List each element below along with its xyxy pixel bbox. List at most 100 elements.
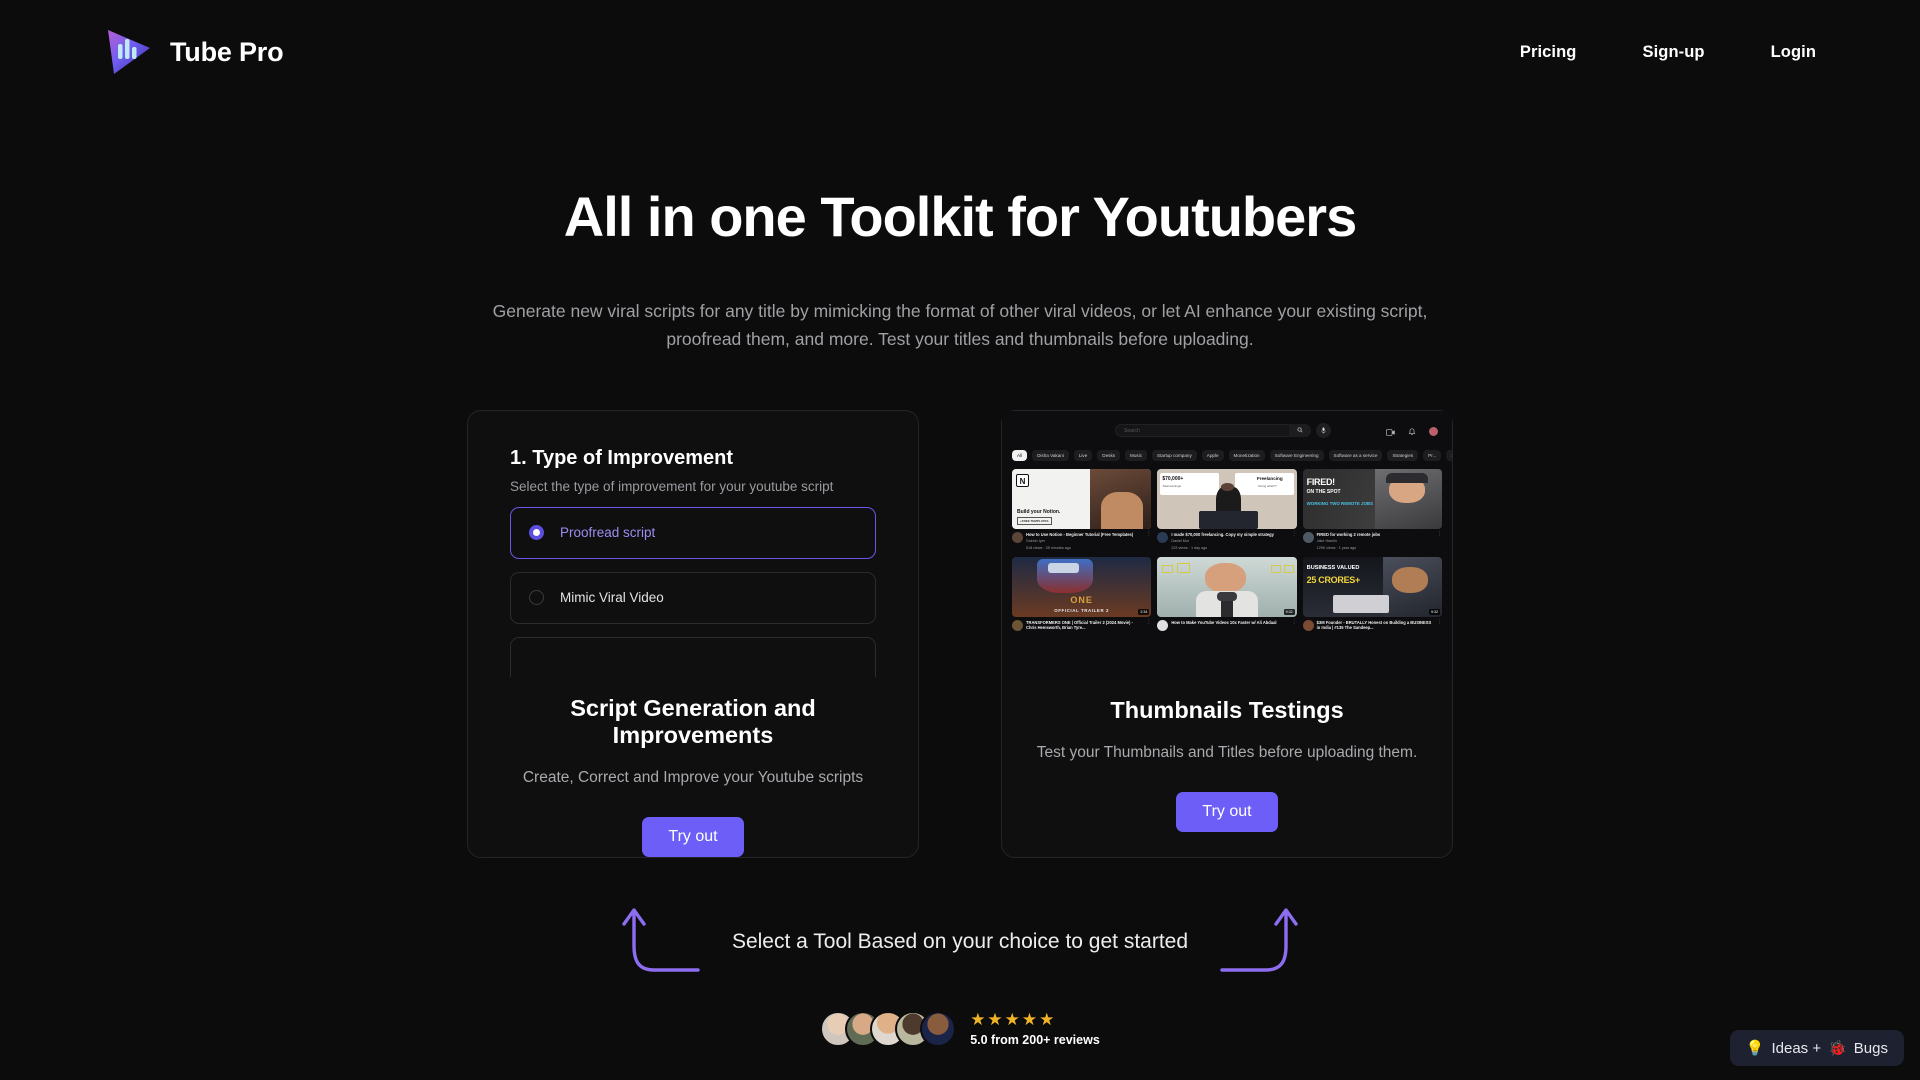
chevron-right-icon[interactable]: › (1446, 449, 1452, 461)
widget-label-bugs: Bugs (1853, 1039, 1888, 1057)
chip-filter[interactable]: Apple (1201, 449, 1224, 461)
thumb-caption-2: Freelancing (1256, 475, 1283, 481)
video-card[interactable]: FIRED! ON THE SPOT WORKING TWO REMOTE JO… (1302, 468, 1442, 551)
hero-subtitle: Generate new viral scripts for any title… (492, 301, 1428, 350)
more-options-icon[interactable]: ⋮ (1437, 531, 1442, 551)
thumb-caption: $70,000+ (1162, 475, 1184, 482)
yt-search-input[interactable]: Search (1115, 424, 1311, 438)
feature-cards: 1. Type of Improvement Select the type o… (0, 409, 1920, 858)
yt-filter-chips: All Disha Vakani Live Desks Music Startu… (1012, 449, 1452, 461)
widget-label-ideas: Ideas + (1771, 1039, 1822, 1057)
radio-option-mimic-viral-video[interactable]: Mimic Viral Video (510, 571, 876, 624)
thumb-caption: BUSINESS VALUED (1306, 564, 1360, 571)
thumb-caption: ONE (1070, 594, 1093, 605)
thumb-caption-2: WORKING TWO REMOTE JOBS (1306, 500, 1374, 506)
chip-all[interactable]: All (1012, 449, 1028, 461)
video-title: How to Use Notion - Beginner Tutorial (F… (1026, 531, 1134, 537)
nav-link-pricing[interactable]: Pricing (1520, 43, 1577, 62)
thumb-subcaption: ON THE SPOT (1306, 488, 1341, 495)
chip-filter[interactable]: Desks (1097, 449, 1121, 461)
video-card[interactable]: 9:32 How to Make YouTube Videos 10x Fast… (1157, 556, 1297, 631)
video-title: FIRED for working 2 remote jobs (1316, 531, 1381, 537)
video-channel: Gokhin Iyer (1026, 539, 1045, 544)
video-title: How to Make YouTube Videos 10x Faster w/… (1171, 619, 1277, 625)
video-channel: Daniel Mor (1171, 539, 1190, 544)
thumb-subcaption: Total earnings (1162, 483, 1182, 488)
video-card[interactable]: N Build your Notion. +FREE TEMPLATES How… (1012, 468, 1152, 551)
radio-icon-selected (529, 525, 544, 541)
rating-block: ★★★★★ 5.0 from 200+ reviews (970, 1011, 1100, 1047)
thumb-subcaption-2: Doing what?? (1258, 483, 1277, 488)
avatar (920, 1010, 957, 1047)
chip-filter[interactable]: Monetization (1228, 449, 1265, 461)
brand[interactable]: Tube Pro (104, 26, 284, 78)
magnifier-icon[interactable] (1289, 423, 1311, 437)
video-thumbnail[interactable]: 9:32 (1157, 556, 1297, 617)
yt-topbar: Search (1012, 419, 1442, 443)
chip-filter[interactable]: Software Engineering (1269, 449, 1324, 461)
more-options-icon[interactable]: ⋮ (1292, 531, 1297, 551)
card-script-generation[interactable]: 1. Type of Improvement Select the type o… (467, 409, 919, 858)
thumbnails-preview: Search All Disha Vakani Live Desks Music… (1002, 410, 1452, 679)
create-video-icon[interactable] (1386, 423, 1395, 441)
radio-option-partial[interactable] (510, 636, 876, 677)
video-thumbnail[interactable]: N Build your Notion. +FREE TEMPLATES (1012, 468, 1152, 529)
notifications-bell-icon[interactable] (1408, 423, 1416, 441)
video-duration: 9:32 (1428, 608, 1440, 615)
video-stats: 129K views · 1 year ago (1316, 546, 1357, 551)
chip-filter[interactable]: Strategies (1387, 449, 1419, 461)
hero-section: All in one Toolkit for Youtubers Generat… (0, 184, 1920, 354)
card-thumbnails-testing[interactable]: Search All Disha Vakani Live Desks Music… (1001, 409, 1453, 858)
review-caption: 5.0 from 200+ reviews (970, 1032, 1100, 1047)
microphone-icon[interactable] (1316, 422, 1331, 438)
card-title: Thumbnails Testings (1110, 696, 1344, 723)
video-title: $3M Founder - BRUTALLY Honest on Buildin… (1316, 619, 1432, 631)
video-thumbnail[interactable]: $70,000+ Total earnings Freelancing Doin… (1157, 468, 1297, 529)
page-title: All in one Toolkit for Youtubers (563, 185, 1357, 248)
try-out-button-script[interactable]: Try out (642, 816, 744, 857)
thumb-subcaption: 25 CRORES+ (1306, 574, 1361, 585)
radio-icon (529, 590, 544, 606)
radio-option-proofread-script[interactable]: Proofread script (510, 506, 876, 559)
site-header: Tube Pro Pricing Sign-up Login (0, 0, 1920, 104)
thumb-caption: FIRED! (1306, 476, 1336, 487)
guidance-text: Select a Tool Based on your choice to ge… (731, 930, 1189, 954)
video-card[interactable]: $70,000+ Total earnings Freelancing Doin… (1157, 468, 1297, 551)
account-avatar-icon[interactable] (1429, 427, 1438, 437)
card-description: Test your Thumbnails and Titles before u… (1036, 743, 1418, 761)
try-out-button-thumbnails[interactable]: Try out (1176, 791, 1278, 832)
yt-search-placeholder: Search (1124, 427, 1140, 434)
main-nav: Pricing Sign-up Login (1520, 43, 1864, 62)
thumb-subcaption: OFFICIAL TRAILER 2 (1054, 607, 1110, 613)
radio-label: Mimic Viral Video (560, 590, 664, 606)
thumb-subcaption: +FREE TEMPLATES (1017, 516, 1052, 525)
card-description: Create, Correct and Improve your Youtube… (522, 768, 864, 786)
chip-filter[interactable]: Music (1125, 449, 1148, 461)
video-card[interactable]: ONE OFFICIAL TRAILER 2 2:34 TRANSFORMERS… (1012, 556, 1152, 631)
guidance-row: Select a Tool Based on your choice to ge… (0, 898, 1920, 987)
nav-link-login[interactable]: Login (1771, 43, 1816, 62)
chip-filter[interactable]: Software as a service (1328, 449, 1383, 461)
thumb-caption: Build your Notion. (1017, 508, 1061, 515)
more-options-icon[interactable]: ⋮ (1146, 619, 1151, 631)
more-options-icon[interactable]: ⋮ (1437, 619, 1442, 631)
video-stats: 223 views · 1 day ago (1171, 546, 1208, 551)
channel-avatar (1157, 531, 1169, 543)
video-thumbnail[interactable]: FIRED! ON THE SPOT WORKING TWO REMOTE JO… (1302, 468, 1442, 529)
chip-filter[interactable]: Startup company (1152, 449, 1197, 461)
chip-filter[interactable]: Pr... (1423, 449, 1442, 461)
channel-avatar (1302, 531, 1314, 543)
more-options-icon[interactable]: ⋮ (1292, 619, 1297, 631)
video-thumbnail[interactable]: ONE OFFICIAL TRAILER 2 2:34 (1012, 556, 1152, 617)
video-card[interactable]: BUSINESS VALUED 25 CRORES+ 9:32 $3M Foun… (1302, 556, 1442, 631)
card-body: Script Generation and Improvements Creat… (468, 677, 918, 857)
video-thumbnail[interactable]: BUSINESS VALUED 25 CRORES+ 9:32 (1302, 556, 1442, 617)
radio-label: Proofread script (560, 525, 656, 541)
nav-link-signup[interactable]: Sign-up (1642, 43, 1704, 62)
ideas-bugs-widget[interactable]: 💡 Ideas + 🐞 Bugs (1729, 1030, 1904, 1066)
chip-filter[interactable]: Live (1073, 449, 1093, 461)
video-stats: 518 views · 35 minutes ago (1026, 546, 1071, 551)
video-duration: 2:34 (1138, 608, 1150, 615)
chip-filter[interactable]: Disha Vakani (1032, 449, 1069, 461)
more-options-icon[interactable]: ⋮ (1146, 531, 1151, 551)
